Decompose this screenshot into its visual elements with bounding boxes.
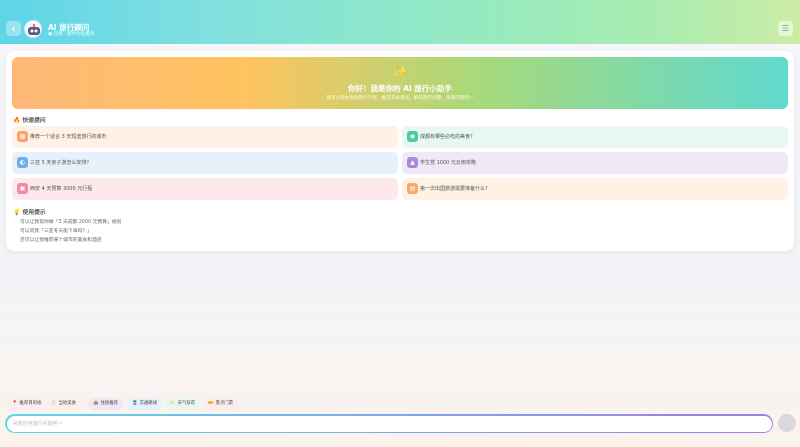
quick-question-item[interactable]: ▲ 学生党 1000 元云南攻略 bbox=[402, 152, 788, 174]
utensils-icon: 🍴 bbox=[51, 401, 57, 406]
tip-line: 还可以让我推荐某个城市的美食和酒店 bbox=[20, 238, 102, 243]
hero-title: 你好！我是你的 AI 旅行小助手 bbox=[348, 84, 452, 93]
chip-destination[interactable]: 📍 推荐目的地 bbox=[7, 398, 47, 410]
chip-label: 交通路线 bbox=[139, 401, 158, 406]
welcome-card: ✨ 你好！我是你的 AI 旅行小助手 我可以帮你规划旅行行程、推荐美食景点、解答… bbox=[6, 51, 794, 251]
menu-button[interactable]: ☰ bbox=[778, 21, 793, 36]
quick-questions-label: 快速提问 bbox=[22, 118, 46, 124]
quick-question-label: 三亚 5 天亲子游怎么安排？ bbox=[30, 160, 92, 166]
quick-question-item[interactable]: ▣ 西安 4 天预算 3000 元行程 bbox=[12, 178, 398, 200]
lightbulb-icon: 💡 bbox=[13, 209, 21, 216]
chevron-left-icon: ‹ bbox=[11, 22, 16, 35]
quick-question-label: 第一次出国旅游需要准备什么？ bbox=[420, 186, 491, 192]
hero-banner: ✨ 你好！我是你的 AI 旅行小助手 我可以帮你规划旅行行程、推荐美食景点、解答… bbox=[12, 57, 788, 109]
chip-weather[interactable]: ⛅ 天气穿衣 bbox=[165, 398, 201, 410]
quick-question-label: 推荐一个适合 3 天短途旅行的城市 bbox=[30, 134, 107, 140]
chip-hotel[interactable]: 🏨 住宿推荐 bbox=[88, 398, 124, 410]
online-status: ● 在线 · 随时为您服务 bbox=[48, 32, 95, 37]
quick-question-label: 成都有哪些必吃的美食？ bbox=[420, 134, 476, 140]
chip-label: 推荐目的地 bbox=[19, 401, 42, 406]
back-button[interactable]: ‹ bbox=[6, 21, 21, 36]
hotel-icon: 🏨 bbox=[93, 401, 99, 406]
beach-icon: ◐ bbox=[17, 157, 28, 168]
chip-food[interactable]: 🍴 当地美食 bbox=[46, 398, 82, 410]
message-input-wrapper: 问我任何旅行问题吧～ bbox=[5, 414, 773, 433]
message-input[interactable]: 问我任何旅行问题吧～ bbox=[6, 415, 772, 432]
ticket-icon: 🎫 bbox=[208, 401, 214, 406]
tips-label: 使用提示 bbox=[22, 210, 46, 216]
food-icon: ◉ bbox=[407, 131, 418, 142]
chip-label: 当地美食 bbox=[58, 401, 77, 406]
menu-icon: ☰ bbox=[781, 24, 790, 33]
map-icon: ▦ bbox=[17, 131, 28, 142]
quick-question-item[interactable]: ▤ 第一次出国旅游需要准备什么？ bbox=[402, 178, 788, 200]
chip-label: 住宿推荐 bbox=[100, 401, 119, 406]
robot-avatar-icon bbox=[25, 21, 41, 37]
tip-line: 可以让我帮你做「3 天成都 2000 元预算」规划 bbox=[20, 220, 122, 225]
train-icon: 🚆 bbox=[132, 401, 138, 406]
quick-questions-title: 🔥 快速提问 bbox=[13, 115, 46, 124]
student-icon: ▲ bbox=[407, 157, 418, 168]
quick-question-label: 西安 4 天预算 3000 元行程 bbox=[30, 186, 93, 192]
chip-transport[interactable]: 🚆 交通路线 bbox=[127, 398, 163, 410]
pin-icon: 📍 bbox=[12, 401, 18, 406]
chip-label: 景点门票 bbox=[215, 401, 234, 406]
fire-icon: 🔥 bbox=[13, 117, 21, 124]
app-header: ‹ AI 旅行顾问 ● 在线 · 随时为您服务 ☰ bbox=[0, 0, 800, 44]
chip-label: 天气穿衣 bbox=[177, 401, 196, 406]
quick-question-item[interactable]: ▦ 推荐一个适合 3 天短途旅行的城市 bbox=[12, 126, 398, 148]
chip-tickets[interactable]: 🎫 景点门票 bbox=[203, 398, 239, 410]
tip-line: 可以问我「三亚冬天能下海吗？」 bbox=[20, 229, 92, 234]
hero-subtitle: 我可以帮你规划旅行行程、推荐美食景点、解答旅行问题，快来问我吧～ bbox=[326, 96, 474, 101]
quick-question-label: 学生党 1000 元云南攻略 bbox=[420, 160, 476, 166]
tips-title: 💡 使用提示 bbox=[13, 207, 46, 216]
calendar-icon: ▣ bbox=[17, 183, 28, 194]
quick-question-item[interactable]: ◉ 成都有哪些必吃的美食？ bbox=[402, 126, 788, 148]
send-button[interactable] bbox=[778, 414, 796, 432]
quick-question-item[interactable]: ◐ 三亚 5 天亲子游怎么安排？ bbox=[12, 152, 398, 174]
sparkle-icon: ✨ bbox=[392, 65, 409, 80]
weather-icon: ⛅ bbox=[170, 401, 176, 406]
avatar bbox=[24, 20, 42, 38]
passport-icon: ▤ bbox=[407, 183, 418, 194]
